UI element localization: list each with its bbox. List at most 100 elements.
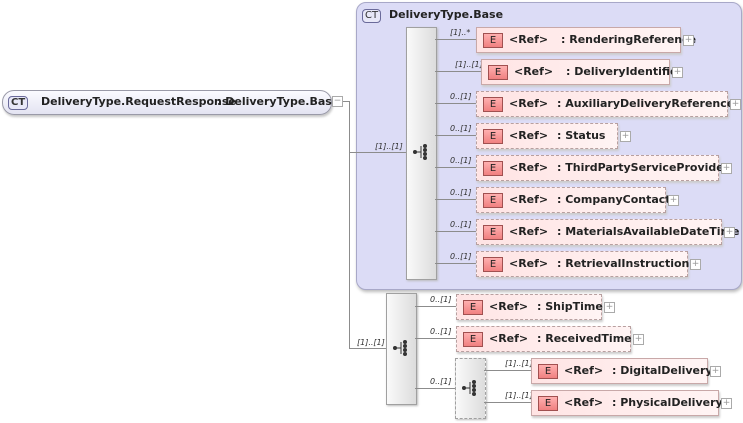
- element-ref[interactable]: E <Ref> : PhysicalDelivery: [531, 390, 723, 416]
- element-name: : RetrievalInstructions: [557, 257, 696, 270]
- connector: [435, 167, 476, 168]
- element-ref[interactable]: E <Ref> : CompanyContact: [476, 187, 671, 213]
- cardinality-label: [1]..*: [450, 28, 471, 37]
- element-ref[interactable]: E <Ref> : ThirdPartyServiceProvider: [476, 155, 729, 181]
- element-name: : ThirdPartyServiceProvider: [557, 161, 730, 174]
- expand-icon[interactable]: +: [721, 163, 732, 174]
- element-ref[interactable]: E <Ref> : DeliveryIdentifier: [481, 59, 683, 85]
- root-complex-type[interactable]: CT DeliveryType.RequestResponse : Delive…: [2, 90, 339, 115]
- ref-label: <Ref>: [564, 396, 604, 409]
- ref-label: <Ref>: [564, 364, 604, 377]
- element-badge: E: [483, 257, 503, 272]
- connector: [435, 263, 476, 264]
- cardinality-label: [1]..[1]: [357, 338, 385, 347]
- ref-label: <Ref>: [509, 129, 549, 142]
- ref-label: <Ref>: [509, 161, 549, 174]
- cardinality-label: 0..[1]: [450, 220, 472, 229]
- element-badge: E: [463, 300, 483, 315]
- cardinality-label: 0..[1]: [430, 377, 452, 386]
- element-ref[interactable]: E <Ref> : Status: [476, 123, 618, 149]
- connector: [435, 39, 476, 40]
- element-ref[interactable]: E <Ref> : AuxiliaryDeliveryReferences: [476, 91, 741, 117]
- collapse-icon[interactable]: −: [332, 96, 343, 107]
- element-name: : DeliveryIdentifier: [566, 65, 683, 78]
- complex-type-badge: CT: [8, 96, 29, 110]
- expand-icon[interactable]: +: [710, 366, 721, 377]
- element-badge: E: [483, 225, 503, 240]
- expand-icon[interactable]: +: [633, 334, 644, 345]
- element-ref[interactable]: E <Ref> : RenderingReference: [476, 27, 696, 53]
- cardinality-label: 0..[1]: [450, 156, 472, 165]
- element-ref[interactable]: E <Ref> : MaterialsAvailableDateTime: [476, 219, 740, 245]
- element-name: : Status: [557, 129, 606, 142]
- connector: [415, 306, 456, 307]
- ref-label: <Ref>: [509, 257, 549, 270]
- element-ref[interactable]: E <Ref> : ShipTime: [456, 294, 603, 320]
- element-name: : ReceivedTime: [537, 332, 632, 345]
- expand-icon[interactable]: +: [668, 195, 679, 206]
- connector: [484, 402, 531, 403]
- element-ref[interactable]: E <Ref> : RetrievalInstructions: [476, 251, 696, 277]
- element-name: : DigitalDelivery: [612, 364, 713, 377]
- connector: [435, 135, 476, 136]
- element-badge: E: [538, 396, 558, 411]
- ref-label: <Ref>: [489, 332, 529, 345]
- cardinality-label: 0..[1]: [450, 188, 472, 197]
- choice-icon: [462, 380, 478, 400]
- connector: [484, 370, 531, 371]
- root-type-name: DeliveryType.RequestResponse: [41, 95, 236, 108]
- sequence-icon: [413, 144, 429, 164]
- connector: [435, 103, 476, 104]
- connector: [349, 152, 406, 153]
- expand-icon[interactable]: +: [683, 35, 694, 46]
- expand-icon[interactable]: +: [672, 67, 683, 78]
- connector: [435, 231, 476, 232]
- element-badge: E: [483, 97, 503, 112]
- connector: [415, 388, 455, 389]
- expand-icon[interactable]: +: [730, 99, 741, 110]
- element-badge: E: [463, 332, 483, 347]
- container-title: DeliveryType.Base: [389, 8, 504, 21]
- element-badge: E: [538, 364, 558, 379]
- expand-icon[interactable]: +: [690, 259, 701, 270]
- cardinality-label: 0..[1]: [430, 327, 452, 336]
- element-badge: E: [483, 161, 503, 176]
- element-name: : AuxiliaryDeliveryReferences: [557, 97, 741, 110]
- element-ref[interactable]: E <Ref> : DigitalDelivery: [531, 358, 713, 384]
- element-badge: E: [483, 193, 503, 208]
- element-name: : MaterialsAvailableDateTime: [557, 225, 740, 238]
- ref-label: <Ref>: [509, 97, 549, 110]
- cardinality-label: 0..[1]: [450, 252, 472, 261]
- cardinality-label: [1]..[1]: [505, 359, 533, 368]
- cardinality-label: 0..[1]: [430, 295, 452, 304]
- connector: [435, 199, 476, 200]
- element-name: : RenderingReference: [561, 33, 697, 46]
- cardinality-label: 0..[1]: [450, 124, 472, 133]
- element-badge: E: [483, 129, 503, 144]
- element-ref[interactable]: E <Ref> : ReceivedTime: [456, 326, 632, 352]
- cardinality-label: [1]..[1]: [375, 142, 403, 151]
- element-name: : ShipTime: [537, 300, 603, 313]
- connector: [415, 338, 456, 339]
- expand-icon[interactable]: +: [620, 131, 631, 142]
- complex-type-badge: CT: [362, 9, 382, 23]
- expand-icon[interactable]: +: [604, 302, 615, 313]
- cardinality-label: [1]..[1]: [455, 60, 483, 69]
- ref-label: <Ref>: [509, 33, 549, 46]
- connector: [349, 101, 350, 349]
- sequence-icon: [393, 340, 409, 360]
- element-badge: E: [488, 65, 508, 80]
- ref-label: <Ref>: [514, 65, 554, 78]
- element-badge: E: [483, 33, 503, 48]
- ref-label: <Ref>: [509, 225, 549, 238]
- root-base-type: : DeliveryType.Base: [217, 95, 340, 108]
- element-name: : PhysicalDelivery: [612, 396, 723, 409]
- expand-icon[interactable]: +: [724, 227, 735, 238]
- cardinality-label: [1]..[1]: [505, 391, 533, 400]
- expand-icon[interactable]: +: [721, 398, 732, 409]
- connector: [435, 71, 481, 72]
- ref-label: <Ref>: [509, 193, 549, 206]
- ref-label: <Ref>: [489, 300, 529, 313]
- cardinality-label: 0..[1]: [450, 92, 472, 101]
- element-name: : CompanyContact: [557, 193, 671, 206]
